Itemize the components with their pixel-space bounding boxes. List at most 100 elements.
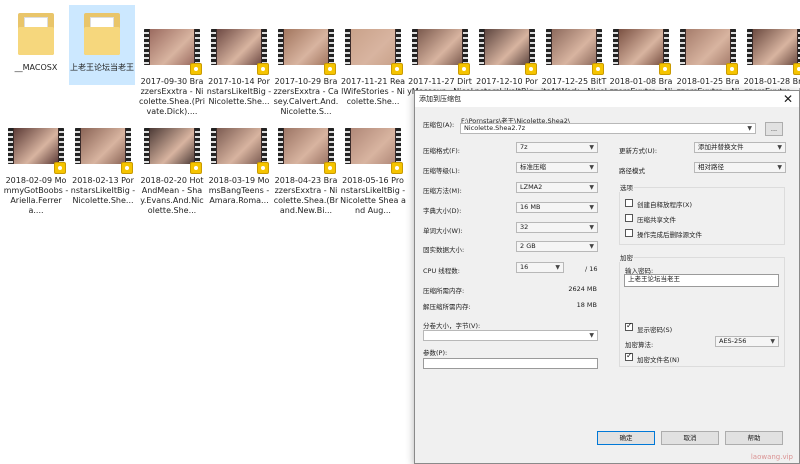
chevron-down-icon: ▼ bbox=[777, 144, 782, 151]
shared-checkbox[interactable] bbox=[625, 214, 633, 222]
enc-method-select[interactable]: AES-256 ▼ bbox=[715, 336, 779, 347]
video-thumbnail bbox=[144, 29, 202, 75]
add-to-archive-dialog: 添加到压缩包 ✕ 压缩包(A): F:\Pornstars\老王\Nicolet… bbox=[414, 90, 800, 464]
video-thumbnail bbox=[211, 29, 269, 75]
show-password-label: 显示密码(S) bbox=[637, 326, 673, 334]
file-name: 2018-05-16 PronstarsLikeItBig - Nicolett… bbox=[340, 176, 406, 215]
dict-select[interactable]: 16 MB ▼ bbox=[516, 202, 598, 213]
video-thumbnail bbox=[75, 128, 133, 174]
chevron-down-icon: ▼ bbox=[589, 332, 594, 339]
cancel-button[interactable]: 取消 bbox=[661, 431, 719, 445]
archive-label: 压缩包(A): bbox=[423, 121, 455, 129]
help-button[interactable]: 帮助 bbox=[725, 431, 783, 445]
solid-select[interactable]: 2 GB ▼ bbox=[516, 241, 598, 252]
encrypt-names-label: 加密文件名(N) bbox=[637, 356, 680, 364]
chevron-down-icon: ▼ bbox=[747, 125, 752, 132]
media-player-icon bbox=[257, 162, 269, 174]
browse-button[interactable]: ... bbox=[765, 122, 783, 136]
format-label: 压缩格式(F): bbox=[423, 147, 461, 155]
media-player-icon bbox=[121, 162, 133, 174]
update-label: 更新方式(U): bbox=[619, 147, 658, 155]
video-thumbnail bbox=[278, 128, 336, 174]
format-select[interactable]: 7z ▼ bbox=[516, 142, 598, 153]
solid-label: 固实数据大小: bbox=[423, 246, 465, 254]
threads-total: / 16 bbox=[585, 265, 598, 273]
video-thumbnail bbox=[747, 29, 800, 75]
video-file-item[interactable]: 2017-10-14 PornstarsLikeItBig - Nicolett… bbox=[206, 5, 272, 106]
dialog-titlebar[interactable]: 添加到压缩包 ✕ bbox=[415, 91, 799, 107]
encrypt-names-checkbox[interactable] bbox=[625, 351, 633, 361]
media-player-icon bbox=[391, 162, 403, 174]
media-player-icon bbox=[458, 63, 470, 75]
split-combo[interactable]: ▼ bbox=[423, 330, 598, 341]
folder-item[interactable]: 上老王论坛当老王 bbox=[69, 5, 135, 85]
video-file-item[interactable]: 2017-11-27 DirtyMasseur - Nicolette.She.… bbox=[407, 5, 473, 106]
media-player-icon bbox=[793, 63, 800, 75]
video-thumbnail bbox=[8, 128, 66, 174]
file-name: 2018-04-23 BrazzersExxtra - Nicolette.Sh… bbox=[273, 176, 339, 215]
video-thumbnail bbox=[680, 29, 738, 75]
media-player-icon bbox=[659, 63, 671, 75]
update-select[interactable]: 添加并替换文件 ▼ bbox=[694, 142, 786, 153]
solid-value: 2 GB bbox=[520, 242, 536, 250]
folder-item[interactable]: __MACOSX bbox=[3, 5, 69, 85]
method-label: 压缩方法(M): bbox=[423, 187, 462, 195]
video-file-item[interactable]: 2018-04-23 BrazzersExxtra - Nicolette.Sh… bbox=[273, 104, 339, 215]
media-player-icon bbox=[190, 162, 202, 174]
threads-label: CPU 线程数: bbox=[423, 267, 460, 275]
word-select[interactable]: 32 ▼ bbox=[516, 222, 598, 233]
sfx-label: 创建自释放程序(X) bbox=[637, 201, 693, 209]
mem-compress-value: 2624 MB bbox=[568, 285, 597, 293]
video-file-item[interactable]: 2017-09-30 BrazzersExxtra - Nicolette.Sh… bbox=[139, 5, 205, 116]
video-file-item[interactable]: 2018-01-28 BrazzersExxtra - Madison.Ivy.… bbox=[742, 5, 800, 106]
video-file-item[interactable]: 2017-11-21 RealWifeStories - Nicolette.S… bbox=[340, 5, 406, 106]
media-player-icon bbox=[324, 63, 336, 75]
threads-select[interactable]: 16 ▼ bbox=[516, 262, 564, 273]
dict-value: 16 MB bbox=[520, 203, 541, 211]
video-file-item[interactable]: 2017-12-10 PornstarsLikeItBig - Nicolett… bbox=[474, 5, 540, 106]
password-input[interactable]: 上老王论坛当老王 bbox=[624, 274, 779, 287]
chevron-down-icon: ▼ bbox=[589, 144, 594, 151]
video-file-item[interactable]: 2017-10-29 BrazzersExxtra - Casey.Calver… bbox=[273, 5, 339, 116]
archive-name-combo[interactable]: Nicolette.Shea2.7z ▼ bbox=[460, 123, 756, 134]
shared-label: 压缩共享文件 bbox=[637, 216, 676, 224]
video-file-item[interactable]: 2018-03-19 MomsBangTeens - Amara.Roma... bbox=[206, 104, 272, 205]
sfx-checkbox[interactable] bbox=[625, 199, 633, 207]
video-file-item[interactable]: 2018-02-20 HotAndMean - Shay.Evans.And.N… bbox=[139, 104, 205, 215]
delete-checkbox[interactable] bbox=[625, 229, 633, 237]
level-select[interactable]: 标准压缩 ▼ bbox=[516, 162, 598, 173]
show-password-checkbox[interactable] bbox=[625, 321, 633, 331]
options-group: 选项 创建自释放程序(X) 压缩共享文件 操作完成后删除源文件 bbox=[619, 182, 785, 245]
video-thumbnail bbox=[144, 128, 202, 174]
delete-label: 操作完成后删除源文件 bbox=[637, 231, 702, 239]
video-thumbnail bbox=[345, 128, 403, 174]
video-file-item[interactable]: 2018-02-13 PornstarsLikeItBig - Nicolett… bbox=[70, 104, 136, 205]
video-thumbnail bbox=[211, 128, 269, 174]
video-file-item[interactable]: 2018-01-08 BrazzersExxtra - Nicolette.Sh… bbox=[608, 5, 674, 106]
path-mode-select[interactable]: 相对路径 ▼ bbox=[694, 162, 786, 173]
ok-button[interactable]: 确定 bbox=[597, 431, 655, 445]
params-input[interactable] bbox=[423, 358, 598, 369]
file-name: 2018-02-20 HotAndMean - Shay.Evans.And.N… bbox=[140, 176, 204, 215]
method-select[interactable]: LZMA2 ▼ bbox=[516, 182, 598, 193]
file-name: 2017-10-14 PornstarsLikeItBig - Nicolett… bbox=[206, 77, 272, 106]
encrypt-title: 加密 bbox=[619, 252, 634, 262]
chevron-down-icon: ▼ bbox=[589, 224, 594, 231]
media-player-icon bbox=[54, 162, 66, 174]
chevron-down-icon: ▼ bbox=[589, 164, 594, 171]
close-icon[interactable]: ✕ bbox=[783, 91, 793, 107]
chevron-down-icon: ▼ bbox=[589, 243, 594, 250]
video-file-item[interactable]: 2018-01-25 BrazzersExxtra - Nicolette.Sh… bbox=[675, 5, 741, 106]
enc-method-value: AES-256 bbox=[719, 337, 747, 345]
media-player-icon bbox=[190, 63, 202, 75]
options-title: 选项 bbox=[619, 182, 634, 192]
enc-method-label: 加密算法: bbox=[625, 341, 654, 349]
video-file-item[interactable]: 2018-05-16 PronstarsLikeItBig - Nicolett… bbox=[340, 104, 406, 215]
video-file-item[interactable]: 2018-02-09 MommyGotBoobs - Ariella.Ferre… bbox=[3, 104, 69, 215]
video-file-item[interactable]: 2017-12-25 BitTitsAtWork - Nicolette She… bbox=[541, 5, 607, 106]
chevron-down-icon: ▼ bbox=[777, 164, 782, 171]
word-label: 单词大小(W): bbox=[423, 227, 463, 235]
file-name: 上老王论坛当老王 bbox=[70, 63, 134, 72]
video-thumbnail bbox=[278, 29, 336, 75]
mem-decompress-value: 18 MB bbox=[576, 301, 597, 309]
